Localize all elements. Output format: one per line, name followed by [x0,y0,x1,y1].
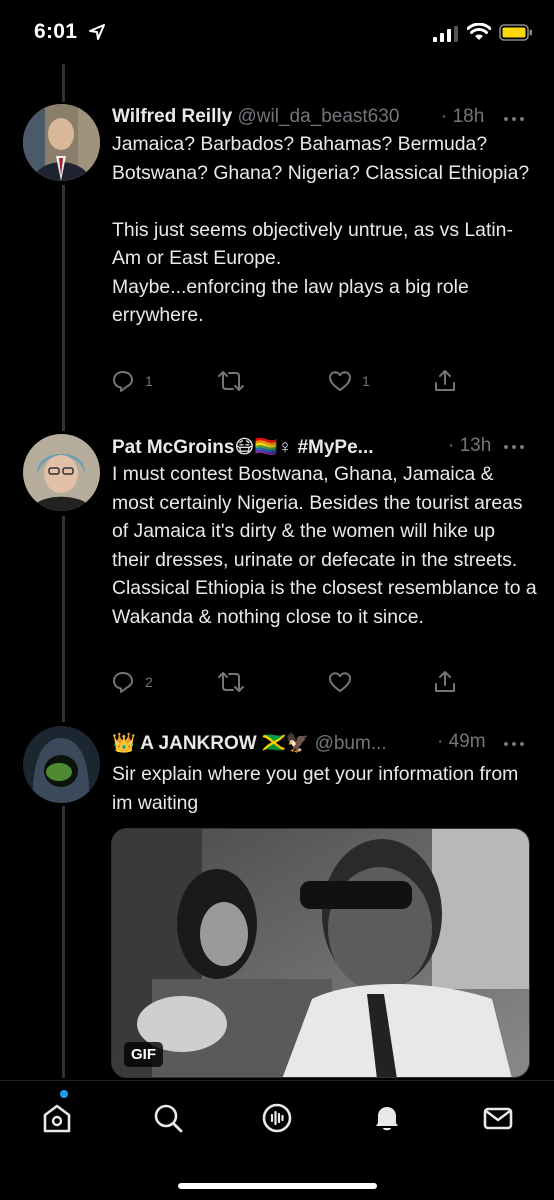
tweet-text: Sir explain where you get your informati… [112,763,519,814]
new-content-dot [60,1090,68,1098]
gif-image [112,829,529,1077]
tweet-header: 👑 A JANKROW 🇯🇲🦅 @bum... [112,731,387,755]
messages-icon[interactable] [481,1101,515,1135]
tweet-time[interactable]: · 49m [437,731,486,753]
more-options-icon[interactable] [502,739,526,749]
search-icon[interactable] [151,1101,185,1135]
bottom-tab-bar [0,1080,554,1200]
spaces-icon[interactable] [260,1101,294,1135]
author-handle[interactable]: @bum... [315,733,387,754]
home-indicator [178,1183,377,1189]
home-icon[interactable] [40,1101,74,1135]
gif-media[interactable]: GIF [111,828,530,1078]
notifications-icon[interactable] [370,1101,404,1135]
author-name[interactable]: 👑 A JANKROW 🇯🇲🦅 [112,733,309,754]
tweet[interactable]: 👑 A JANKROW 🇯🇲🦅 @bum... · 49m Sir explai… [0,0,554,1080]
gif-badge: GIF [124,1042,163,1067]
avatar[interactable] [23,726,100,803]
